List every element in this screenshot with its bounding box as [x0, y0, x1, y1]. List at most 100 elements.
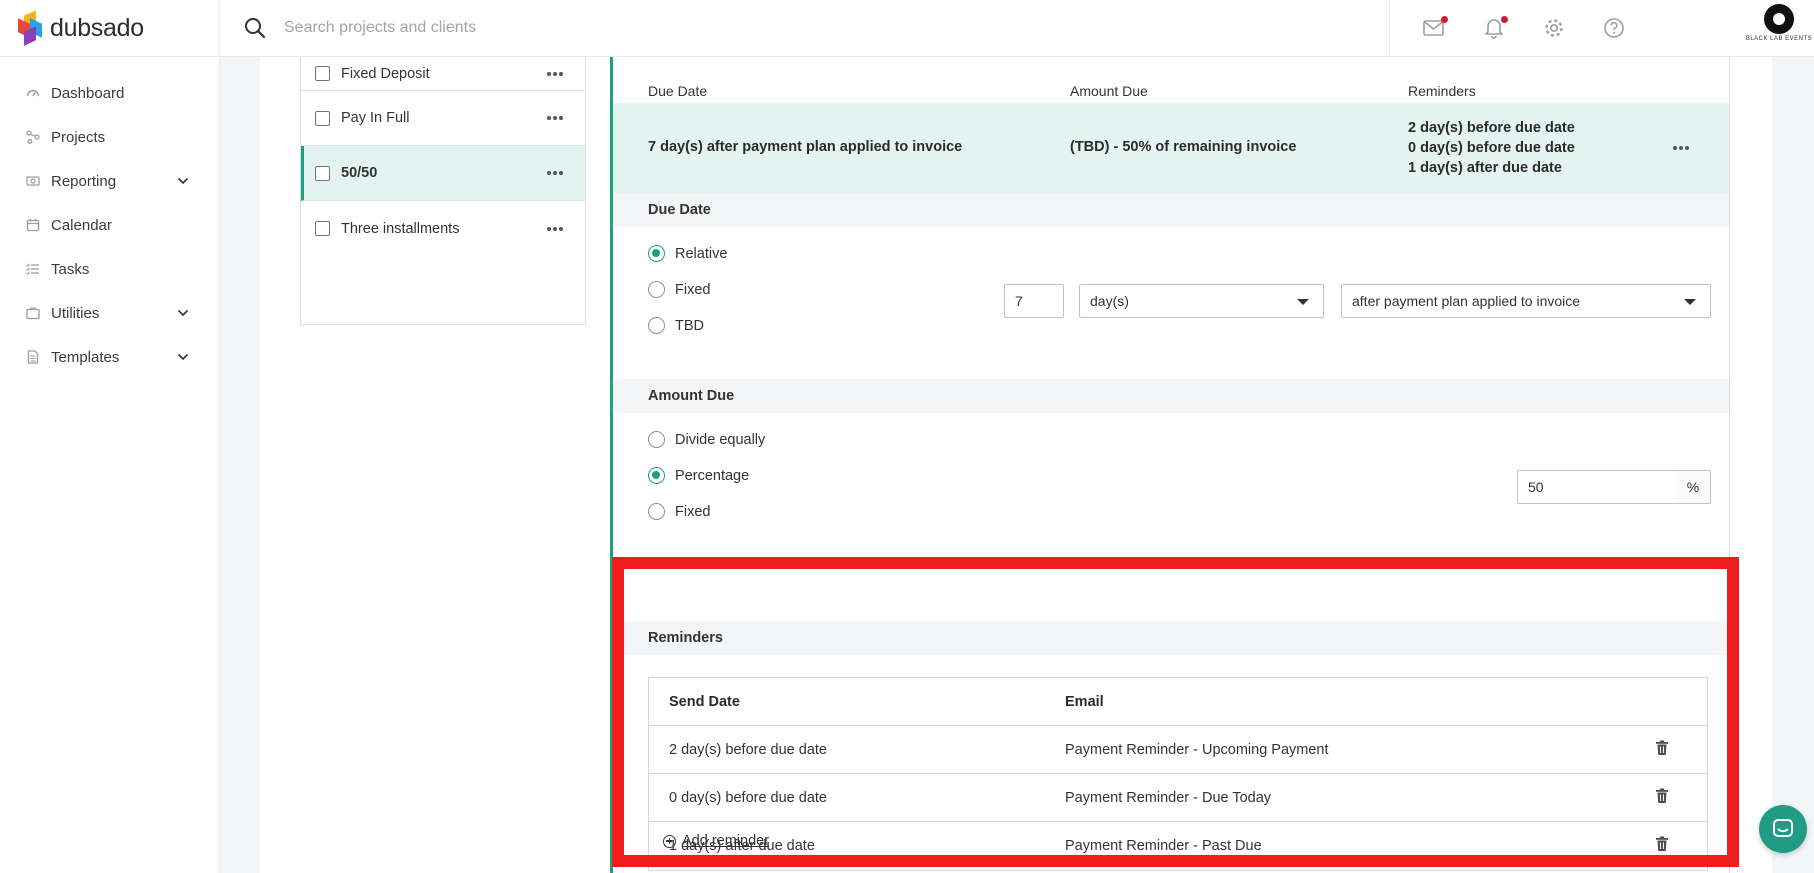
search-icon[interactable] — [244, 17, 266, 39]
list-item-three-installments[interactable]: Three installments — [301, 201, 585, 256]
radio-button[interactable] — [648, 431, 665, 448]
plan-checkbox[interactable] — [315, 221, 330, 236]
unit-select-value: day(s) — [1090, 293, 1129, 309]
table-row[interactable]: 2 day(s) before due date Payment Reminde… — [649, 726, 1707, 774]
radio-relative[interactable]: Relative — [648, 245, 727, 262]
column-reminders: Reminders — [1408, 83, 1476, 99]
offset-value-input[interactable]: 7 — [1004, 284, 1064, 318]
installment-editor: Due Date Amount Due Reminders 7 day(s) a… — [610, 57, 1730, 873]
main-panel: Fixed Deposit Pay In Full 50/50 Three in… — [260, 57, 1772, 873]
sidebar-item-label: Templates — [51, 348, 120, 366]
radio-label: Divide equally — [675, 431, 766, 448]
percentage-input[interactable]: 50 — [1517, 470, 1677, 504]
calendar-icon — [26, 218, 40, 232]
logo[interactable]: dubsado — [0, 0, 220, 57]
reporting-icon — [26, 174, 40, 188]
radio-tbd[interactable]: TBD — [648, 317, 704, 334]
sidebar-item-tasks[interactable]: Tasks — [0, 247, 219, 291]
list-item-fixed-deposit[interactable]: Fixed Deposit — [301, 57, 585, 91]
more-options-icon[interactable] — [547, 171, 563, 175]
more-options-icon[interactable] — [1673, 146, 1689, 150]
plan-checkbox[interactable] — [315, 165, 330, 181]
plan-label: Pay In Full — [341, 110, 410, 126]
bell-icon[interactable] — [1479, 13, 1509, 43]
chat-launcher-button[interactable] — [1759, 805, 1807, 853]
mail-notification-dot — [1441, 16, 1448, 23]
radio-button[interactable] — [648, 245, 665, 262]
chevron-down-icon[interactable] — [177, 307, 189, 319]
percent-addon: % — [1676, 470, 1711, 504]
radio-button[interactable] — [648, 317, 665, 334]
plus-circle-icon — [663, 834, 676, 848]
radio-divide-equally[interactable]: Divide equally — [648, 431, 765, 448]
caret-down-icon — [1684, 299, 1696, 305]
reminder-email: Payment Reminder - Past Due — [1065, 838, 1262, 854]
account-logo-icon — [1764, 4, 1794, 34]
sidebar-item-templates[interactable]: Templates — [0, 335, 219, 379]
plan-label: Fixed Deposit — [341, 65, 430, 82]
radio-label: Fixed — [675, 281, 711, 298]
radio-button[interactable] — [648, 467, 665, 484]
sidebar-item-projects[interactable]: Projects — [0, 115, 219, 159]
sidebar-item-dashboard[interactable]: Dashboard — [0, 71, 219, 115]
column-due-date: Due Date — [648, 83, 708, 99]
search-bar — [220, 0, 1390, 57]
more-options-icon[interactable] — [547, 226, 563, 231]
help-icon[interactable] — [1599, 13, 1629, 43]
radio-fixed-amount[interactable]: Fixed — [648, 503, 710, 520]
templates-icon — [26, 350, 40, 364]
dashboard-icon — [26, 86, 40, 100]
more-options-icon[interactable] — [547, 116, 563, 120]
reminder-send-date: 0 day(s) before due date — [669, 790, 827, 806]
section-header-amount-due: Amount Due — [613, 379, 1729, 413]
sidebar-item-label: Utilities — [51, 304, 100, 322]
list-item-50-50[interactable]: 50/50 — [301, 146, 585, 201]
add-reminder-button[interactable]: Add reminder — [663, 833, 769, 849]
sidebar-item-label: Dashboard — [51, 84, 125, 102]
plan-checkbox[interactable] — [315, 66, 330, 81]
chevron-down-icon[interactable] — [177, 351, 189, 363]
installment-summary-row[interactable]: 7 day(s) after payment plan applied to i… — [613, 103, 1729, 193]
radio-button[interactable] — [648, 503, 665, 520]
summary-reminder: 2 day(s) before due date — [1408, 120, 1575, 136]
radio-label: TBD — [675, 317, 704, 334]
summary-due-date: 7 day(s) after payment plan applied to i… — [648, 139, 963, 155]
sidebar-item-calendar[interactable]: Calendar — [0, 203, 219, 247]
relation-select[interactable]: after payment plan applied to invoice — [1341, 284, 1711, 318]
column-email: Email — [1065, 694, 1104, 710]
search-input[interactable] — [284, 19, 1184, 37]
add-reminder-link[interactable]: Add reminder — [682, 833, 769, 849]
sidebar-item-utilities[interactable]: Utilities — [0, 291, 219, 335]
plan-label: 50/50 — [341, 165, 378, 181]
header-icons: BLACK LAB EVENTS — [1390, 0, 1814, 57]
plan-checkbox[interactable] — [315, 110, 330, 126]
account-avatar[interactable]: BLACK LAB EVENTS — [1744, 4, 1814, 52]
reminders-table-header: Send Date Email — [649, 678, 1707, 726]
chat-icon — [1773, 819, 1793, 837]
table-row[interactable]: 0 day(s) before due date Payment Reminde… — [649, 774, 1707, 822]
column-send-date: Send Date — [669, 694, 740, 710]
table-row[interactable]: 1 day(s) after due date Payment Reminder… — [649, 822, 1707, 870]
trash-icon[interactable] — [1655, 836, 1669, 852]
unit-select[interactable]: day(s) — [1079, 284, 1324, 318]
installment-table-header: Due Date Amount Due Reminders — [613, 57, 1729, 103]
chevron-down-icon[interactable] — [177, 175, 189, 187]
radio-fixed-date[interactable]: Fixed — [648, 281, 710, 298]
mail-icon[interactable] — [1419, 13, 1449, 43]
utilities-icon — [26, 306, 40, 320]
radio-label: Percentage — [675, 467, 750, 484]
brand-name: dubsado — [50, 13, 144, 42]
gear-icon[interactable] — [1539, 13, 1569, 43]
radio-label: Relative — [675, 245, 728, 262]
radio-percentage[interactable]: Percentage — [648, 467, 749, 484]
radio-button[interactable] — [648, 281, 665, 298]
trash-icon[interactable] — [1655, 788, 1669, 804]
summary-reminders: 2 day(s) before due date 0 day(s) before… — [1408, 118, 1575, 178]
trash-icon[interactable] — [1655, 740, 1669, 756]
list-item-pay-in-full[interactable]: Pay In Full — [301, 91, 585, 146]
reminder-email: Payment Reminder - Due Today — [1065, 790, 1272, 806]
top-bar: dubsado BLACK LAB EVENTS — [0, 0, 1814, 57]
sidebar-item-reporting[interactable]: Reporting — [0, 159, 219, 203]
more-options-icon[interactable] — [547, 71, 563, 76]
section-header-reminders: Reminders — [613, 621, 1729, 655]
